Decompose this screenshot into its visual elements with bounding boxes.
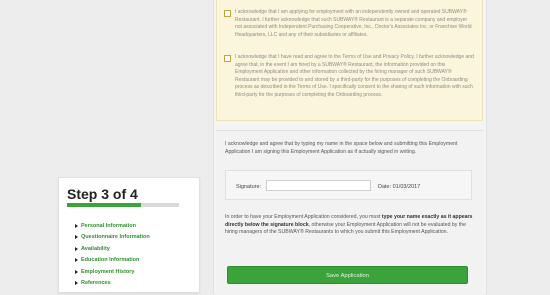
steps-panel: Step 3 of 4 Personal Information Questio…: [58, 177, 200, 293]
steps-list: Personal Information Questionnaire Infor…: [75, 220, 150, 289]
step-label: References: [81, 280, 111, 287]
ack-text-2: I acknowledge that I have read and agree…: [235, 54, 474, 98]
step-employment-history[interactable]: Employment History: [75, 266, 150, 278]
ack-checkbox-1[interactable]: [224, 10, 231, 17]
step-references[interactable]: References: [75, 278, 150, 290]
arrow-right-icon: [75, 258, 78, 263]
progress-bar: [67, 203, 179, 207]
step-label: Education Information: [81, 257, 140, 264]
steps-title: Step 3 of 4: [67, 186, 138, 202]
signature-intro: I acknowledge and agree that by typing m…: [225, 141, 458, 155]
progress-fill: [67, 203, 141, 207]
signature-notice: In order to have your Employment Applica…: [225, 214, 473, 237]
step-education-information[interactable]: Education Information: [75, 255, 150, 267]
step-availability[interactable]: Availability: [75, 243, 150, 255]
arrow-right-icon: [75, 235, 78, 240]
acknowledgement-2: I acknowledge that I have read and agree…: [224, 54, 474, 99]
signature-panel: I acknowledge and agree that by typing m…: [216, 130, 483, 295]
arrow-right-icon: [75, 223, 78, 228]
save-application-button[interactable]: Save Application: [227, 266, 468, 284]
ack-text-1: I acknowledge that I am applying for emp…: [235, 9, 472, 38]
step-label: Personal Information: [81, 222, 137, 229]
step-label: Availability: [81, 245, 110, 252]
signature-input[interactable]: [266, 180, 371, 191]
acknowledgement-panel: I acknowledge that I am applying for emp…: [216, 0, 483, 121]
step-questionnaire-information[interactable]: Questionnaire Information: [75, 232, 150, 244]
step-label: Employment History: [81, 268, 135, 275]
step-label: Questionnaire Information: [81, 234, 150, 241]
acknowledgement-1: I acknowledge that I am applying for emp…: [224, 9, 474, 39]
notice-before: In order to have your Employment Applica…: [225, 214, 382, 220]
arrow-right-icon: [75, 246, 78, 251]
signature-label: Signature:: [236, 184, 262, 190]
step-personal-information[interactable]: Personal Information: [75, 220, 150, 232]
ack-checkbox-2[interactable]: [224, 55, 231, 62]
signature-date: Date: 01/03/2017: [378, 184, 421, 190]
arrow-right-icon: [75, 269, 78, 274]
signature-box: Signature: Date: 01/03/2017: [225, 170, 472, 200]
arrow-right-icon: [75, 281, 78, 286]
